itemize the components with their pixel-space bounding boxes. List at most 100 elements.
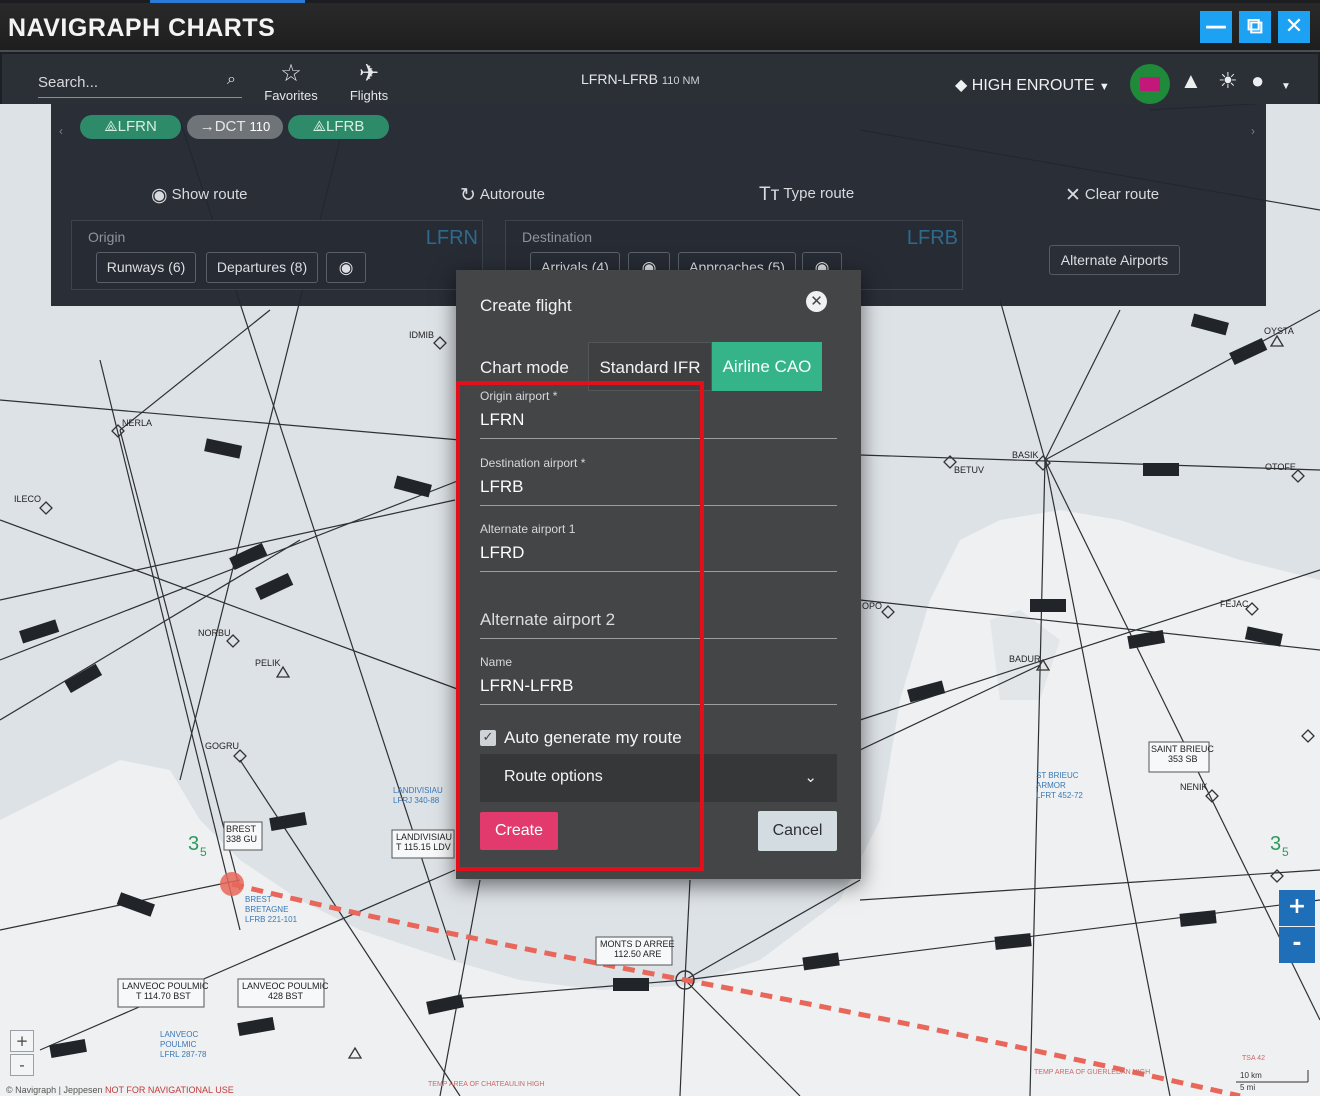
svg-text:NORBU: NORBU [198, 628, 231, 638]
favorites-label: Favorites [264, 88, 318, 103]
close-icon: ✕ [1284, 14, 1304, 39]
alternate-airports-button[interactable]: Alternate Airports [1049, 245, 1180, 275]
mode-standard-ifr[interactable]: Standard IFR [588, 342, 712, 391]
zoom-out-button[interactable]: - [1279, 927, 1315, 963]
top-strip [0, 0, 1320, 3]
svg-text:ARMOR: ARMOR [1036, 781, 1066, 790]
type-route-button[interactable]: Tт Type route [759, 184, 854, 206]
arrival-icon: ⟁ [312, 118, 327, 135]
window-titlebar[interactable]: NAVIGRAPH CHARTS — ⧉ ✕ [0, 0, 1320, 52]
alternate-airport-2-field[interactable]: Alternate airport 2 [480, 589, 837, 639]
clear-icon: ✕ [1065, 185, 1081, 206]
create-button[interactable]: Create [480, 812, 558, 850]
departures-button[interactable]: Departures (8) [206, 252, 318, 283]
destination-code: LFRB [906, 227, 958, 249]
svg-text:MONTS D ARREE: MONTS D ARREE [600, 939, 675, 949]
route-title: LFRN-LFRB 110 NM [581, 71, 700, 87]
create-flight-dialog: Create flight ✕ Chart mode Standard IFR … [456, 270, 861, 879]
brightness-icon[interactable]: ☀ [1218, 70, 1238, 92]
destination-chip-label: LFRB [326, 118, 365, 135]
strip-right-arrow-icon[interactable]: › [1251, 124, 1255, 138]
svg-text:112.50 ARE: 112.50 ARE [614, 949, 661, 959]
svg-text:ST BRIEUC: ST BRIEUC [1036, 771, 1079, 780]
route-name: LFRN-LFRB [581, 71, 659, 87]
destination-chip[interactable]: ⟁LFRB [288, 115, 389, 139]
svg-text:OPO: OPO [862, 601, 882, 611]
svg-text:TEMP AREA OF CHATEAULIN HIGH: TEMP AREA OF CHATEAULIN HIGH [428, 1081, 544, 1088]
origin-airport-label: Origin airport * [480, 389, 558, 403]
flight-name-field[interactable]: Name LFRN-LFRB [480, 655, 837, 705]
flights-button[interactable]: ✈ Flights [345, 60, 393, 103]
svg-text:10 km: 10 km [1240, 1071, 1262, 1080]
show-route-button[interactable]: ◉ Show route [151, 184, 247, 207]
svg-text:IDMIB: IDMIB [409, 330, 434, 340]
svg-text:BETUV: BETUV [954, 465, 984, 475]
minimize-icon: — [1205, 14, 1227, 39]
svg-text:T 115.15 LDV: T 115.15 LDV [396, 842, 451, 852]
auto-generate-checkbox[interactable]: ✓ [480, 730, 496, 746]
alternate-airport-2-placeholder[interactable]: Alternate airport 2 [480, 610, 615, 630]
north-arrow-icon[interactable]: ▲ [1180, 70, 1202, 92]
origin-airport-value[interactable]: LFRN [480, 410, 524, 430]
svg-text:TEMP AREA OF GUERLEDAN HIGH: TEMP AREA OF GUERLEDAN HIGH [1034, 1069, 1150, 1076]
svg-text:3: 3 [1270, 833, 1281, 855]
svg-text:ILECO: ILECO [14, 494, 41, 504]
alternate-airport-1-field[interactable]: Alternate airport 1 LFRD [480, 522, 837, 572]
favorites-button[interactable]: ☆ Favorites [262, 60, 320, 103]
svg-text:LFRB 221-101: LFRB 221-101 [245, 915, 298, 924]
origin-chip[interactable]: ⟁LFRN [80, 115, 181, 139]
close-icon: ✕ [810, 292, 823, 310]
route-distance: 110 NM [661, 75, 700, 87]
svg-text:5 mi: 5 mi [1240, 1083, 1255, 1092]
account-caret-icon[interactable]: ▼ [1281, 76, 1291, 98]
account-icon[interactable]: ● [1251, 70, 1264, 92]
origin-code: LFRN [425, 227, 478, 249]
runways-button[interactable]: Runways (6) [96, 252, 196, 283]
search-input[interactable] [38, 70, 208, 94]
svg-text:3: 3 [188, 833, 199, 855]
popout-button[interactable]: ⧉ [1239, 11, 1271, 43]
svg-text:5: 5 [200, 845, 207, 859]
zoom-in-button[interactable]: + [1279, 890, 1315, 926]
destination-airport-value[interactable]: LFRB [480, 477, 523, 497]
alternate-airport-1-value[interactable]: LFRD [480, 543, 524, 563]
search-icon[interactable]: ⌕ [227, 71, 236, 89]
clear-route-button[interactable]: ✕ Clear route [1065, 184, 1159, 207]
destination-group-label: Destination [522, 229, 593, 245]
chart-layer-selector[interactable]: ◆ HIGH ENROUTE ▼ [955, 75, 1110, 95]
chart-layer-label: HIGH ENROUTE [971, 77, 1095, 94]
svg-text:LANDIVISIAU: LANDIVISIAU [396, 832, 452, 842]
caret-down-icon: ▼ [1098, 81, 1110, 93]
svg-text:POULMIC: POULMIC [160, 1040, 197, 1049]
map-footer: © Navigraph | Jeppesen NOT FOR NAVIGATIO… [6, 1085, 234, 1095]
segment-chip[interactable]: →DCT 110 [187, 115, 283, 139]
minimize-button[interactable]: — [1200, 11, 1232, 43]
autoroute-button[interactable]: ↻ Autoroute [460, 184, 545, 207]
mode-airline-cao[interactable]: Airline CAO [712, 342, 822, 391]
dialog-close-button[interactable]: ✕ [806, 291, 827, 312]
refresh-icon: ↻ [460, 185, 476, 206]
destination-airport-field[interactable]: Destination airport * LFRB [480, 456, 837, 506]
mini-zoom-in-button[interactable]: + [10, 1030, 34, 1052]
close-window-button[interactable]: ✕ [1278, 11, 1310, 43]
auto-generate-label[interactable]: Auto generate my route [504, 728, 682, 748]
autoroute-label: Autoroute [479, 186, 545, 203]
eye-icon: ◉ [338, 258, 354, 277]
svg-text:PELIK: PELIK [255, 658, 281, 668]
search-box[interactable]: ⌕ [38, 70, 242, 98]
svg-text:TSA 42: TSA 42 [1242, 1055, 1265, 1062]
strip-segment [150, 0, 305, 3]
flight-name-value[interactable]: LFRN-LFRB [480, 676, 574, 696]
origin-airport-field[interactable]: Origin airport * LFRN [480, 389, 837, 439]
svg-text:LANVEOC: LANVEOC [160, 1030, 198, 1039]
strip-left-arrow-icon[interactable]: ‹ [59, 124, 63, 138]
svg-text:OYSTA: OYSTA [1264, 326, 1294, 336]
svg-text:338 GU: 338 GU [226, 834, 257, 844]
svg-text:NERLA: NERLA [122, 418, 152, 428]
svg-text:LFRT 452-72: LFRT 452-72 [1036, 791, 1083, 800]
live-tracking-button[interactable] [1130, 64, 1170, 104]
mini-zoom-out-button[interactable]: - [10, 1054, 34, 1076]
cancel-button[interactable]: Cancel [758, 811, 837, 851]
origin-visibility-button[interactable]: ◉ [326, 252, 366, 283]
route-options-dropdown[interactable]: Route options ⌄ [480, 754, 837, 802]
